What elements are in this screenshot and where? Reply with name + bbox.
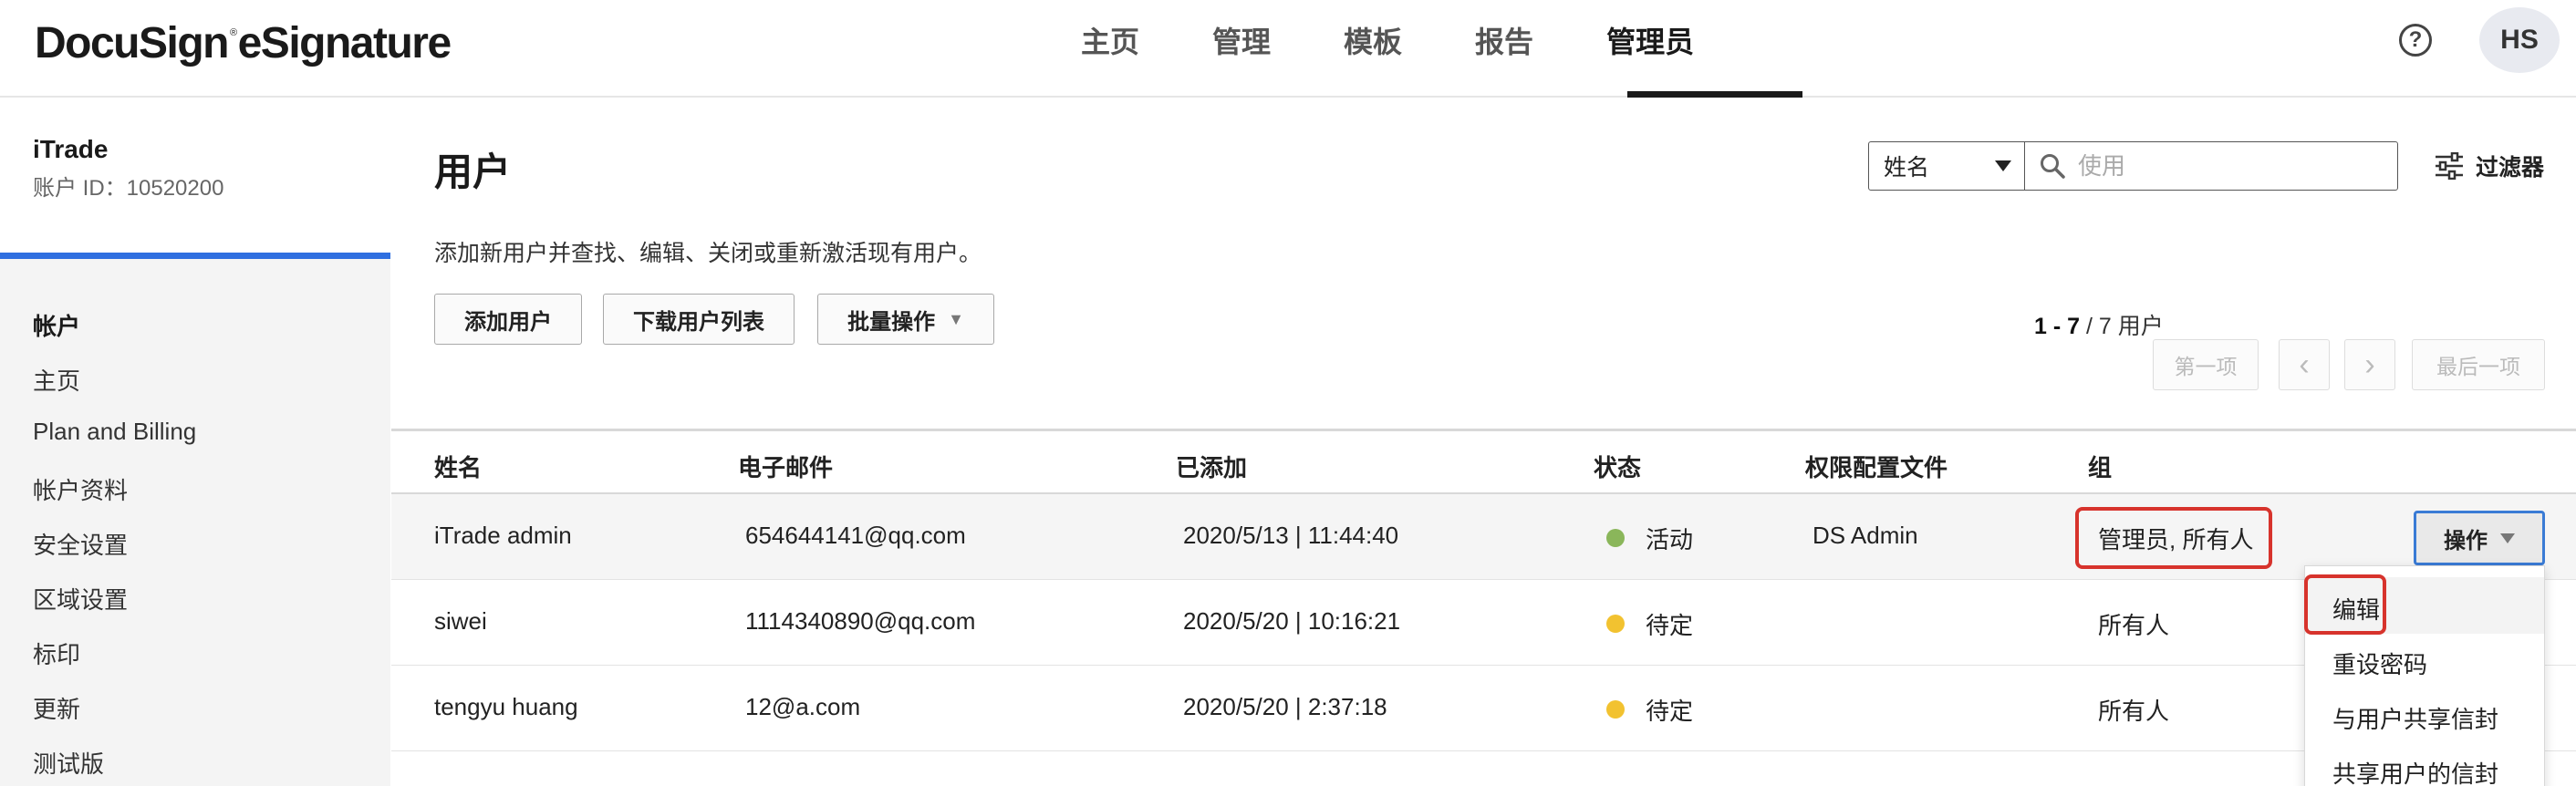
search-icon <box>2041 154 2065 179</box>
user-count: 1 - 7 / 7 用户 <box>2034 308 2164 341</box>
main-nav: 主页 管理 模板 报告 管理员 <box>1058 0 1744 98</box>
col-email[interactable]: 电子邮件 <box>738 450 833 483</box>
col-permission-profile[interactable]: 权限配置文件 <box>1805 450 1948 483</box>
row-name: tengyu huang <box>434 693 578 720</box>
col-added[interactable]: 已添加 <box>1176 450 1247 483</box>
account-id: 账户 ID：10520200 <box>33 176 224 201</box>
table-header: 姓名 电子邮件 已添加 状态 权限配置文件 组 <box>391 429 2576 494</box>
col-status[interactable]: 状态 <box>1594 450 1641 483</box>
page-description: 添加新用户并查找、编辑、关闭或重新激活现有用户。 <box>434 241 982 266</box>
sidebar-item-updates[interactable]: 更新 <box>33 691 80 725</box>
filter-sliders-icon <box>2436 152 2463 180</box>
search-field-value: 姓名 <box>1884 155 1930 181</box>
bulk-actions-label: 批量操作 <box>847 309 936 335</box>
sidebar-item-plan-billing[interactable]: Plan and Billing <box>33 418 196 446</box>
row-email: 12@a.com <box>745 693 861 720</box>
row-status: 待定 <box>1646 612 1694 639</box>
menu-item-share-envelopes-with-user[interactable]: 与用户共享信封 <box>2332 701 2498 735</box>
user-count-total: / 7 用户 <box>2080 314 2164 339</box>
row-email: 1114340890@qq.com <box>745 607 976 635</box>
nav-reports[interactable]: 报告 <box>1452 0 1556 88</box>
prev-page-button[interactable]: ‹ <box>2279 339 2330 390</box>
search-box <box>2024 141 2398 191</box>
status-pending-dot <box>1606 615 1625 633</box>
page-title: 用户 <box>434 150 512 193</box>
row-group: 所有人 <box>2098 612 2170 639</box>
nav-home[interactable]: 主页 <box>1058 0 1162 88</box>
user-count-range: 1 - 7 <box>2034 314 2081 339</box>
sidebar-item-security[interactable]: 安全设置 <box>33 527 128 561</box>
row-status: 活动 <box>1646 526 1694 553</box>
status-pending-dot <box>1606 700 1625 719</box>
sidebar-item-stamps[interactable]: 标印 <box>33 636 80 670</box>
help-icon[interactable]: ? <box>2399 24 2432 57</box>
menu-item-reset-password[interactable]: 重设密码 <box>2332 646 2427 680</box>
row-added: 2020/5/20 | 2:37:18 <box>1183 693 1387 720</box>
next-page-button[interactable]: › <box>2344 339 2395 390</box>
nav-manage[interactable]: 管理 <box>1189 0 1293 88</box>
row-status: 待定 <box>1646 698 1694 725</box>
caret-down-icon: ▼ <box>948 309 964 328</box>
search-field-select[interactable]: 姓名 <box>1868 141 2025 191</box>
filter-button[interactable]: 过滤器 <box>2434 150 2544 182</box>
top-bar: DocuSign ®eSignature 主页 管理 模板 报告 管理员 ? HS <box>0 0 2576 98</box>
logo-suffix: eSignature <box>237 19 452 67</box>
bulk-actions-button[interactable]: 批量操作 ▼ <box>817 294 994 345</box>
dropdown-arrow-icon <box>1995 160 2011 171</box>
logo-text: DocuSign <box>35 19 230 67</box>
filter-label: 过滤器 <box>2476 155 2545 181</box>
caret-down-icon <box>2500 533 2515 543</box>
sidebar-section-account: 帐户 <box>33 313 81 340</box>
row-group: 所有人 <box>2098 698 2170 725</box>
table-row[interactable]: siwei 1114340890@qq.com 2020/5/20 | 10:1… <box>391 580 2576 666</box>
add-user-button[interactable]: 添加用户 <box>434 294 582 345</box>
sidebar-item-home[interactable]: 主页 <box>33 363 80 397</box>
logo-registered-mark: ® <box>230 27 237 38</box>
group-highlight-box <box>2075 507 2272 569</box>
row-actions-button[interactable]: 操作 <box>2414 511 2545 565</box>
nav-templates[interactable]: 模板 <box>1321 0 1425 88</box>
menu-item-share-user-envelopes[interactable]: 共享用户的信封 <box>2332 756 2498 786</box>
row-name: siwei <box>434 607 487 635</box>
first-page-button[interactable]: 第一项 <box>2153 339 2259 390</box>
sidebar: iTrade 账户 ID：10520200 帐户 主页 Plan and Bil… <box>0 98 390 786</box>
row-profile: DS Admin <box>1813 522 1918 549</box>
docusign-logo[interactable]: DocuSign ®eSignature <box>35 18 452 68</box>
sidebar-item-regional[interactable]: 区域设置 <box>33 582 128 615</box>
col-group[interactable]: 组 <box>2088 450 2112 483</box>
col-name[interactable]: 姓名 <box>434 450 482 483</box>
row-actions-label: 操作 <box>2444 528 2488 553</box>
row-added: 2020/5/20 | 10:16:21 <box>1183 607 1401 635</box>
edit-highlight-box <box>2304 574 2386 635</box>
account-name: iTrade <box>33 135 109 163</box>
nav-admin[interactable]: 管理员 <box>1584 0 1717 88</box>
last-page-button[interactable]: 最后一项 <box>2412 339 2545 390</box>
sidebar-item-account-profile[interactable]: 帐户资料 <box>33 472 128 506</box>
status-active-dot <box>1606 529 1625 547</box>
search-input[interactable] <box>2078 151 2370 181</box>
account-panel: iTrade 账户 ID：10520200 <box>0 98 390 259</box>
row-added: 2020/5/13 | 11:44:40 <box>1183 522 1399 549</box>
table-row[interactable]: tengyu huang 12@a.com 2020/5/20 | 2:37:1… <box>391 666 2576 751</box>
user-avatar[interactable]: HS <box>2479 7 2560 73</box>
row-name: iTrade admin <box>434 522 572 549</box>
table-row[interactable] <box>391 751 2576 786</box>
download-user-list-button[interactable]: 下载用户列表 <box>603 294 795 345</box>
sidebar-item-beta[interactable]: 测试版 <box>33 746 104 780</box>
row-email: 654644141@qq.com <box>745 522 966 549</box>
active-nav-underline <box>1627 91 1802 98</box>
